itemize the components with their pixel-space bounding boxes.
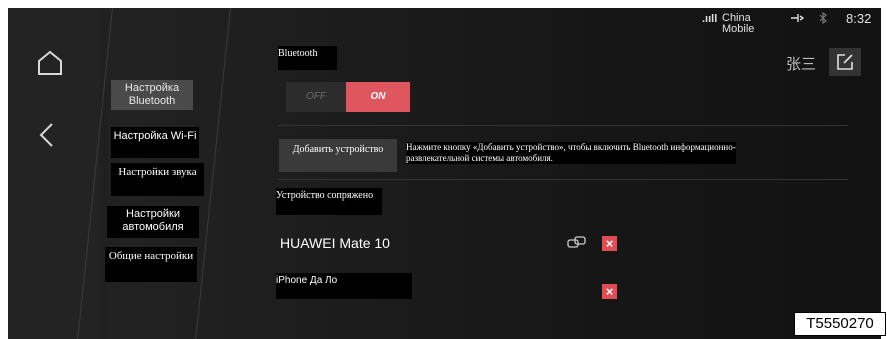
add-device-hint: Нажмите кнопку «Добавить устройство», чт… [406,142,736,164]
back-icon[interactable] [38,122,54,153]
nav-item-bluetooth[interactable]: Настройка Bluetooth [111,80,193,110]
edit-button[interactable] [829,48,861,76]
infotainment-screen: Настройка Bluetooth Настройка Wi-Fi Наст… [8,8,881,339]
device-name: iPhone Да Ло [276,273,412,299]
nav-item-vehicle[interactable]: Настройки автомобиля [107,206,199,238]
device-item[interactable]: iPhone Да Ло × [276,273,836,303]
nav-item-wifi[interactable]: Настройка Wi-Fi [111,127,199,158]
nav-item-sound[interactable]: Настройки звука [111,163,204,196]
separator [278,179,848,180]
delete-device-button[interactable]: × [602,236,617,251]
figure-code: T5550270 [794,312,886,336]
device-name: HUAWEI Mate 10 [280,235,390,251]
home-icon[interactable] [36,50,64,81]
device-item[interactable]: HUAWEI Mate 10 × [278,230,838,256]
paired-heading: Устройство сопряжено [276,188,382,215]
add-device-button[interactable]: Добавить устройство [279,139,397,172]
nav-item-general[interactable]: Общие настройки [105,247,197,282]
bluetooth-heading: Bluetooth [278,46,337,70]
separator [278,125,848,126]
clock: 8:32 [846,11,872,26]
carrier-name: China Mobile [722,12,755,35]
edit-icon [837,54,853,70]
delete-device-button[interactable]: × [602,284,617,299]
toggle-on[interactable]: ON [346,82,410,112]
link-icon[interactable] [567,236,587,250]
toggle-off[interactable]: OFF [286,82,346,112]
connection-icon [790,11,805,28]
bluetooth-status-icon [818,11,828,27]
user-name[interactable]: 张三 [786,53,816,74]
bluetooth-toggle[interactable]: OFF ON [286,82,410,112]
signal-icon: .ııll [702,13,718,25]
